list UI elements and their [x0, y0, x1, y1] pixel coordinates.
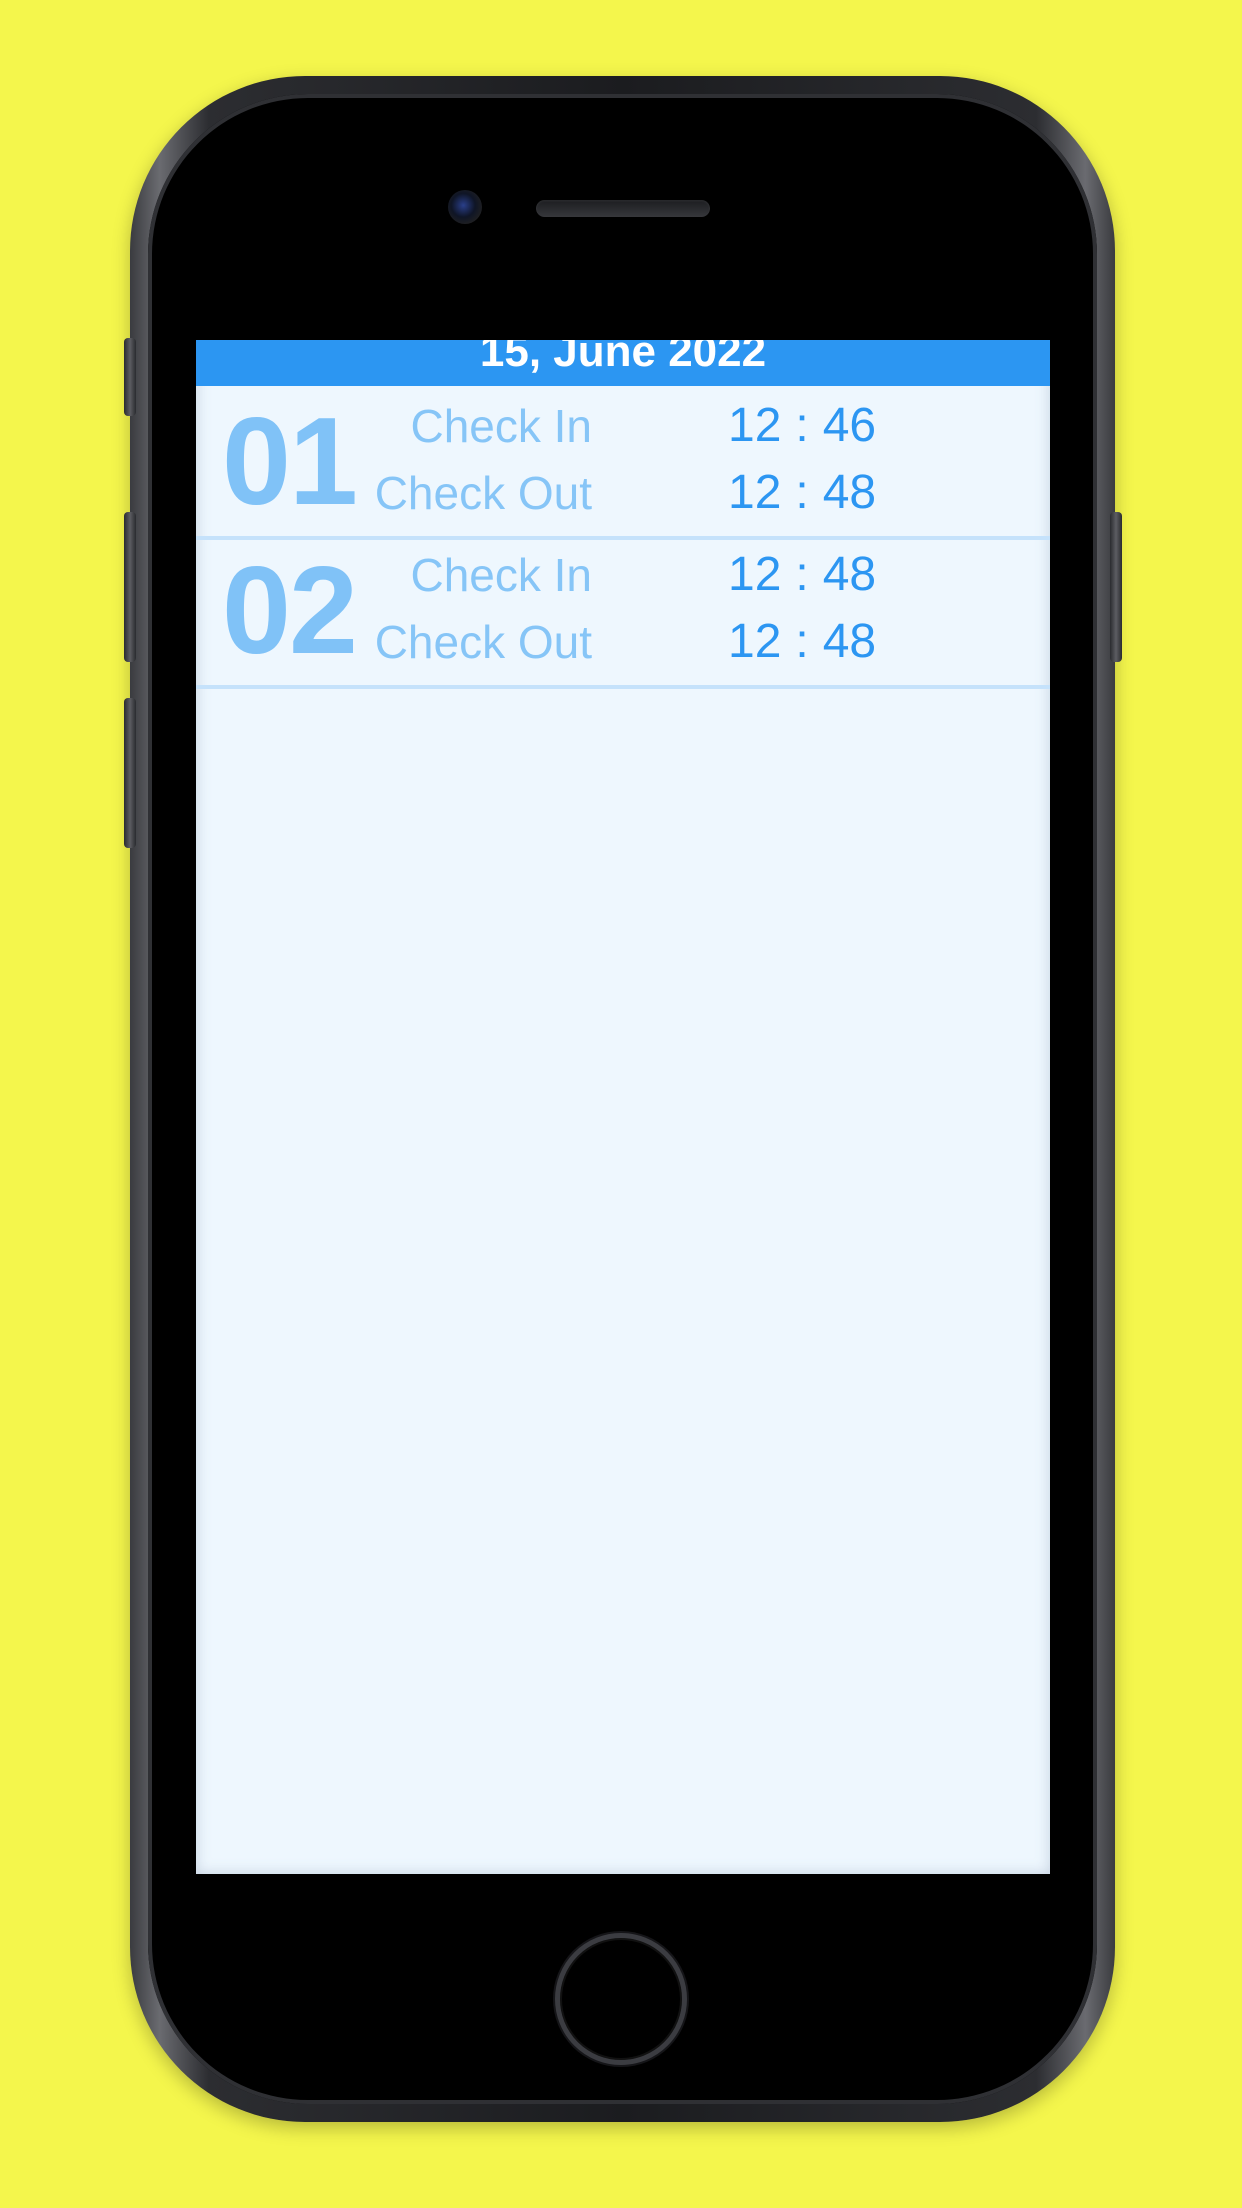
check-out-label: Check Out	[374, 467, 592, 519]
check-in-hour: 12	[728, 548, 782, 601]
power-button	[1110, 512, 1122, 662]
volume-down-button	[124, 698, 136, 848]
time-separator: :	[795, 615, 809, 668]
check-out-hour: 12	[728, 466, 782, 519]
app-screen: 15, June 2022 01 Check In Check Out 12:4…	[196, 340, 1050, 1874]
time-separator: :	[795, 548, 809, 601]
check-in-label: Check In	[410, 549, 592, 601]
time-separator: :	[795, 399, 809, 452]
time-separator: :	[795, 466, 809, 519]
date-title: 15, June 2022	[479, 340, 767, 376]
mute-switch	[124, 338, 136, 416]
attendance-row[interactable]: 02 Check In Check Out 12:48 12:48	[196, 535, 1050, 689]
check-out-time: 12:48	[728, 465, 876, 521]
row-number: 01	[222, 393, 358, 531]
check-in-time: 12:46	[728, 398, 876, 454]
check-out-label: Check Out	[374, 616, 592, 668]
volume-up-button	[124, 512, 136, 662]
attendance-row[interactable]: 01 Check In Check Out 12:46 12:48	[196, 386, 1050, 540]
home-button[interactable]	[555, 1933, 687, 2065]
row-number: 02	[222, 542, 358, 680]
front-camera	[448, 190, 482, 224]
check-in-label: Check In	[410, 400, 592, 452]
check-in-minute: 46	[822, 399, 877, 452]
check-in-minute: 48	[822, 548, 877, 601]
check-out-minute: 48	[822, 466, 877, 519]
check-in-hour: 12	[728, 399, 782, 452]
check-out-hour: 12	[728, 615, 782, 668]
earpiece-speaker	[536, 200, 710, 217]
check-out-time: 12:48	[728, 614, 876, 670]
check-out-minute: 48	[822, 615, 877, 668]
check-in-time: 12:48	[728, 547, 876, 603]
date-header: 15, June 2022	[196, 340, 1050, 386]
